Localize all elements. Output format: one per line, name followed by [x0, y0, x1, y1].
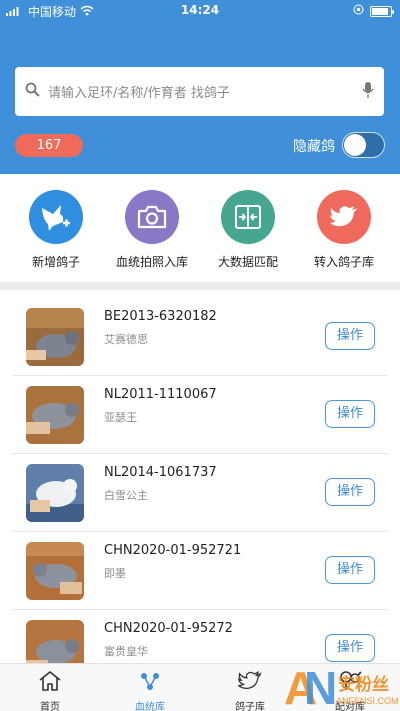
- operate-button[interactable]: 操作: [325, 322, 375, 350]
- toggle-knob: [344, 134, 366, 156]
- tab-label: 配对库: [335, 702, 365, 711]
- operate-button[interactable]: 操作: [325, 478, 375, 506]
- search-icon: [25, 82, 40, 101]
- list-item[interactable]: NL2014-1061737 白雪公主 操作: [12, 454, 388, 532]
- quick-action-label: 转入鸽子库: [313, 255, 374, 269]
- pigeon-name: 艾赛德思: [104, 333, 148, 346]
- pigeon-list: BE2013-6320182 艾赛德思 操作 NL2011-1110067 亚瑟…: [0, 298, 400, 688]
- tab-label: 血统库: [135, 702, 165, 711]
- tab-bar: 首页 血统库 鸽子库 配对库: [0, 663, 400, 711]
- pigeon-name: 白雪公主: [104, 489, 148, 502]
- hide-pigeon-label: 隐藏鸽: [293, 139, 335, 155]
- list-item[interactable]: NL2011-1110067 亚瑟王 操作: [12, 376, 388, 454]
- quick-action-label: 新增鸽子: [31, 255, 80, 269]
- search-placeholder[interactable]: 请输入足环/名称/作育者 找鸽子: [48, 82, 362, 101]
- pigeon-photo: [26, 308, 84, 366]
- pigeon-count-badge[interactable]: 167: [15, 134, 83, 157]
- pigeon-ring-number: CHN2020-01-95272: [104, 621, 233, 636]
- operate-button[interactable]: 操作: [325, 556, 375, 584]
- status-bar: 中国移动 14:24: [0, 0, 400, 22]
- pigeon-ring-number: NL2014-1061737: [104, 465, 217, 480]
- tab-label: 首页: [40, 702, 60, 711]
- pedigree-icon: [138, 670, 162, 696]
- battery-icon: [370, 5, 394, 17]
- match-icon: [221, 190, 275, 244]
- pigeon-name: 即墨: [104, 567, 126, 580]
- tab-pedigree[interactable]: 血统库: [100, 664, 200, 711]
- quick-action-label: 血统拍照入库: [115, 255, 188, 269]
- tab-pairing-library[interactable]: 配对库: [300, 664, 400, 711]
- tab-home[interactable]: 首页: [0, 664, 100, 711]
- camera-icon: [125, 190, 179, 244]
- operate-button[interactable]: 操作: [325, 634, 375, 662]
- quick-action-transfer-in[interactable]: 转入鸽子库: [298, 174, 390, 282]
- status-time: 14:24: [180, 3, 220, 17]
- bird-icon: [236, 670, 262, 696]
- microphone-icon[interactable]: [362, 81, 374, 103]
- quick-actions: 新增鸽子 血统拍照入库 大数据匹配 转入鸽子库: [0, 174, 400, 282]
- pigeon-name: 亚瑟王: [104, 411, 137, 424]
- pigeon-ring-number: NL2011-1110067: [104, 387, 217, 402]
- pigeon-photo: [26, 386, 84, 444]
- section-divider: [0, 282, 400, 290]
- list-item[interactable]: CHN2020-01-952721 即墨 操作: [12, 532, 388, 610]
- add-pigeon-icon: [29, 190, 83, 244]
- pair-icon: [338, 670, 362, 696]
- pigeon-ring-number: BE2013-6320182: [104, 309, 217, 324]
- pigeon-name: 富贵皇华: [104, 645, 148, 658]
- search-bar[interactable]: 请输入足环/名称/作育者 找鸽子: [15, 67, 384, 116]
- tab-pigeon-library[interactable]: 鸽子库: [200, 664, 300, 711]
- pigeon-ring-number: CHN2020-01-952721: [104, 543, 242, 558]
- tab-label: 鸽子库: [235, 702, 265, 711]
- bird-icon: [317, 190, 371, 244]
- home-icon: [38, 670, 62, 696]
- pigeon-photo: [26, 464, 84, 522]
- list-item[interactable]: BE2013-6320182 艾赛德思 操作: [12, 298, 388, 376]
- location-icon: [353, 4, 364, 18]
- hide-pigeon-toggle[interactable]: [342, 132, 385, 158]
- quick-action-add-pigeon[interactable]: 新增鸽子: [10, 174, 102, 282]
- status-right: [353, 4, 394, 18]
- quick-action-big-data-match[interactable]: 大数据匹配: [202, 174, 294, 282]
- pigeon-photo: [26, 542, 84, 600]
- operate-button[interactable]: 操作: [325, 400, 375, 428]
- quick-action-label: 大数据匹配: [217, 255, 278, 269]
- quick-action-photo-pedigree[interactable]: 血统拍照入库: [106, 174, 198, 282]
